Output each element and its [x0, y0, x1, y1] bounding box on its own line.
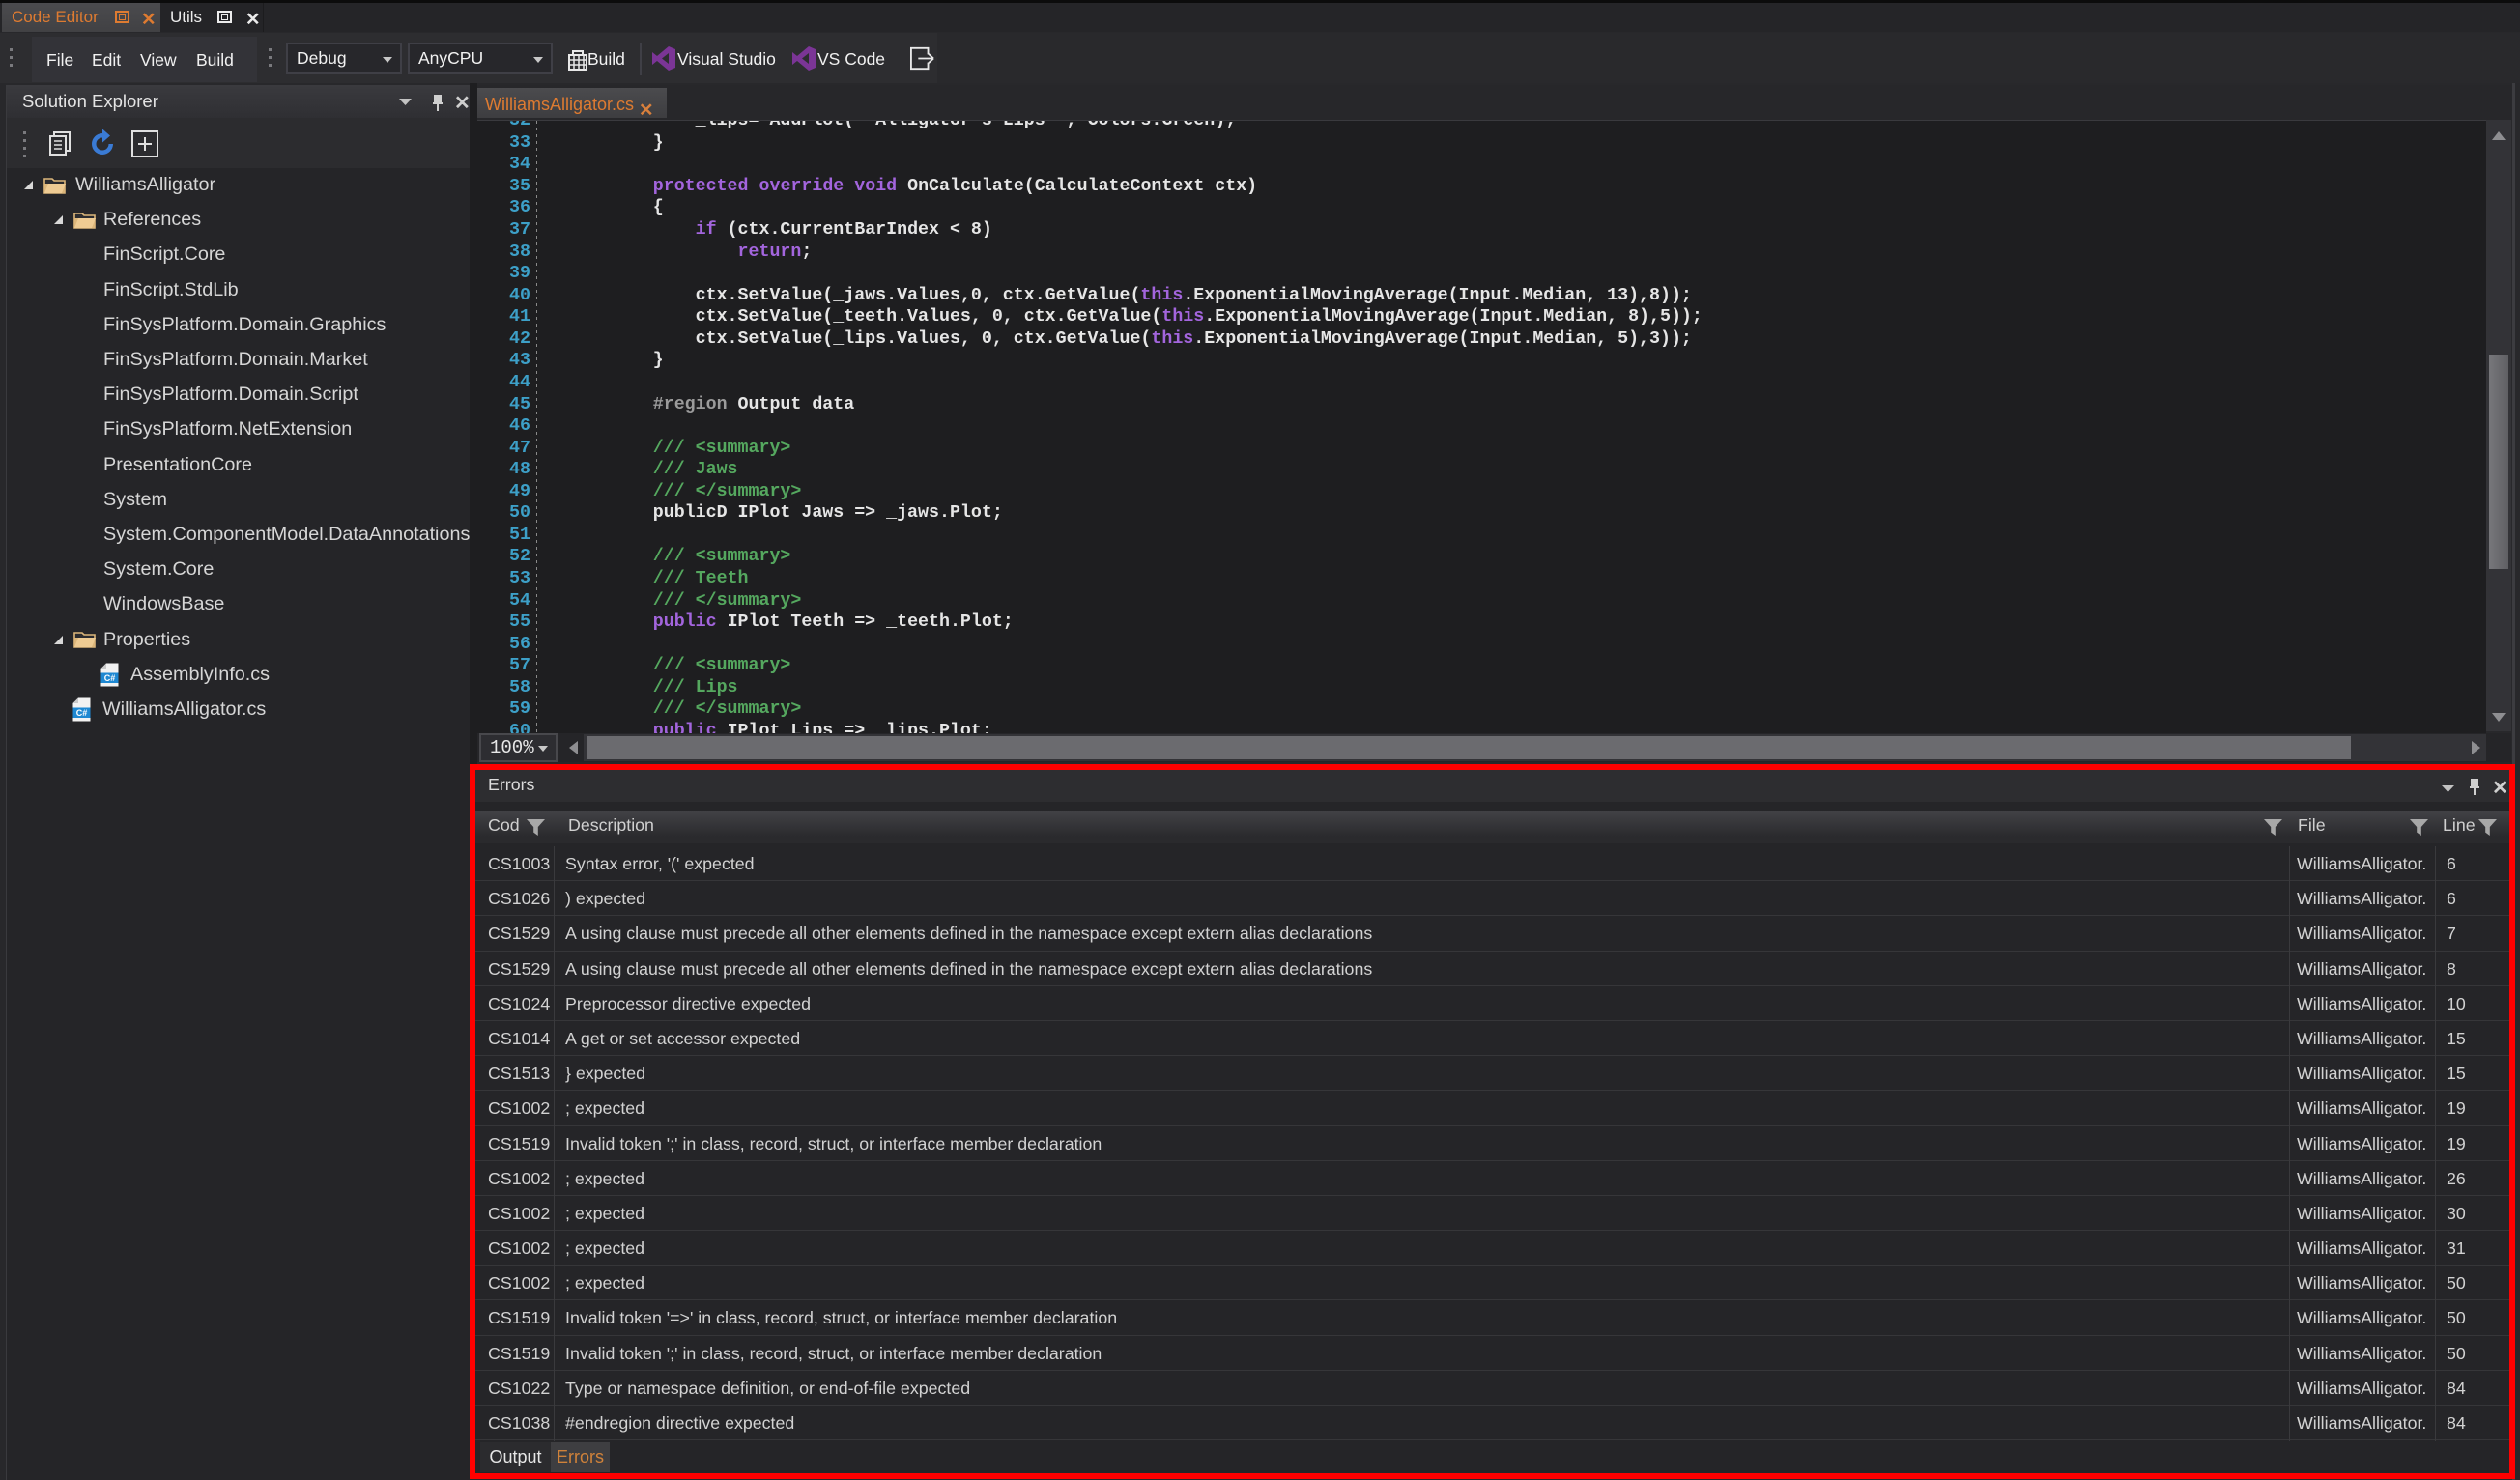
svg-text:C#: C#: [104, 673, 116, 683]
svg-text:C#: C#: [76, 708, 88, 718]
